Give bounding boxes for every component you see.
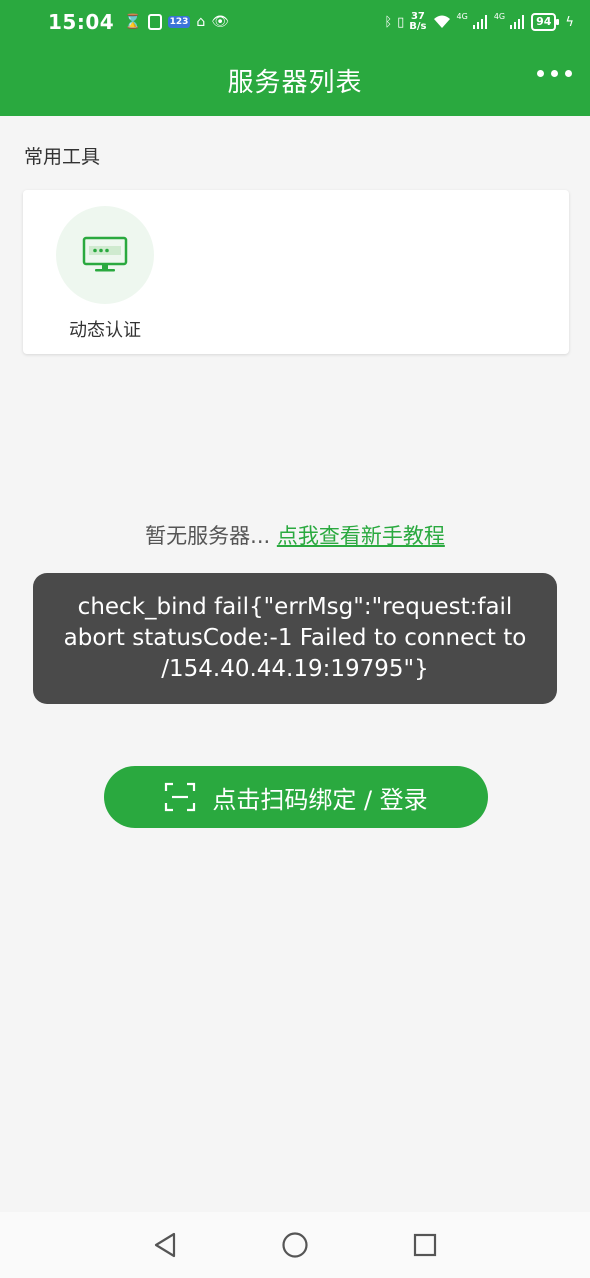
charging-icon: ϟ — [565, 14, 574, 30]
bluetooth-icon: ᛒ — [384, 14, 393, 30]
header: 服务器列表 — [0, 44, 590, 116]
back-icon — [154, 1232, 176, 1258]
toast-message: check_bind fail{"errMsg":"request:fail a… — [63, 594, 527, 682]
vpn-icon: ⌂ — [196, 14, 206, 30]
vibrate-icon: ▯ — [397, 14, 405, 30]
tool-item-dynamic-auth[interactable]: 动态认证 — [55, 206, 155, 342]
recents-button[interactable] — [410, 1230, 440, 1260]
home-button[interactable] — [280, 1230, 310, 1260]
section-title-tools: 常用工具 — [24, 146, 101, 168]
eye-icon: 👁 — [211, 14, 230, 30]
home-icon — [282, 1232, 308, 1258]
battery-icon: 94 — [531, 13, 560, 31]
empty-state: 暂无服务器... 点我查看新手教程 — [0, 520, 590, 550]
signal-icon — [472, 15, 487, 29]
status-bar: 15:04 ⌛ 123 ⌂ 👁 ᛒ ▯ 37 B/s 4G 4G 94 ϟ — [0, 0, 590, 44]
status-left-icons: ⌛ 123 ⌂ 👁 — [124, 14, 229, 30]
tool-label: 动态认证 — [69, 320, 141, 341]
error-toast: check_bind fail{"errMsg":"request:fail a… — [33, 573, 557, 704]
signal1-label: 4G — [456, 12, 468, 21]
status-time: 15:04 — [48, 10, 115, 34]
more-options-button[interactable] — [537, 70, 572, 77]
wifi-icon — [433, 15, 450, 28]
empty-state-text: 暂无服务器... — [145, 524, 277, 548]
signal2-label: 4G — [493, 12, 506, 21]
tools-card: 动态认证 — [23, 190, 569, 354]
back-button[interactable] — [150, 1230, 180, 1260]
more-dot-icon — [565, 70, 572, 77]
keypad-123-icon: 123 — [167, 16, 191, 28]
signal-icon — [510, 15, 525, 29]
recents-icon — [413, 1233, 437, 1257]
system-nav-bar — [0, 1212, 590, 1278]
hourglass-icon: ⌛ — [124, 14, 142, 30]
tutorial-link[interactable]: 点我查看新手教程 — [277, 524, 445, 548]
more-dot-icon — [537, 70, 544, 77]
scan-button-label: 点击扫码绑定 / 登录 — [212, 785, 428, 814]
status-right-icons: ᛒ ▯ 37 B/s 4G 4G 94 ϟ — [384, 12, 574, 32]
clipboard-icon — [147, 14, 162, 30]
monitor-password-icon — [82, 236, 128, 272]
scan-bind-login-button[interactable]: 点击扫码绑定 / 登录 — [104, 766, 488, 828]
page-title: 服务器列表 — [227, 67, 363, 98]
tool-icon-circle — [56, 206, 154, 304]
more-dot-icon — [551, 70, 558, 77]
scan-icon — [165, 782, 196, 812]
net-speed: 37 B/s — [409, 11, 427, 32]
